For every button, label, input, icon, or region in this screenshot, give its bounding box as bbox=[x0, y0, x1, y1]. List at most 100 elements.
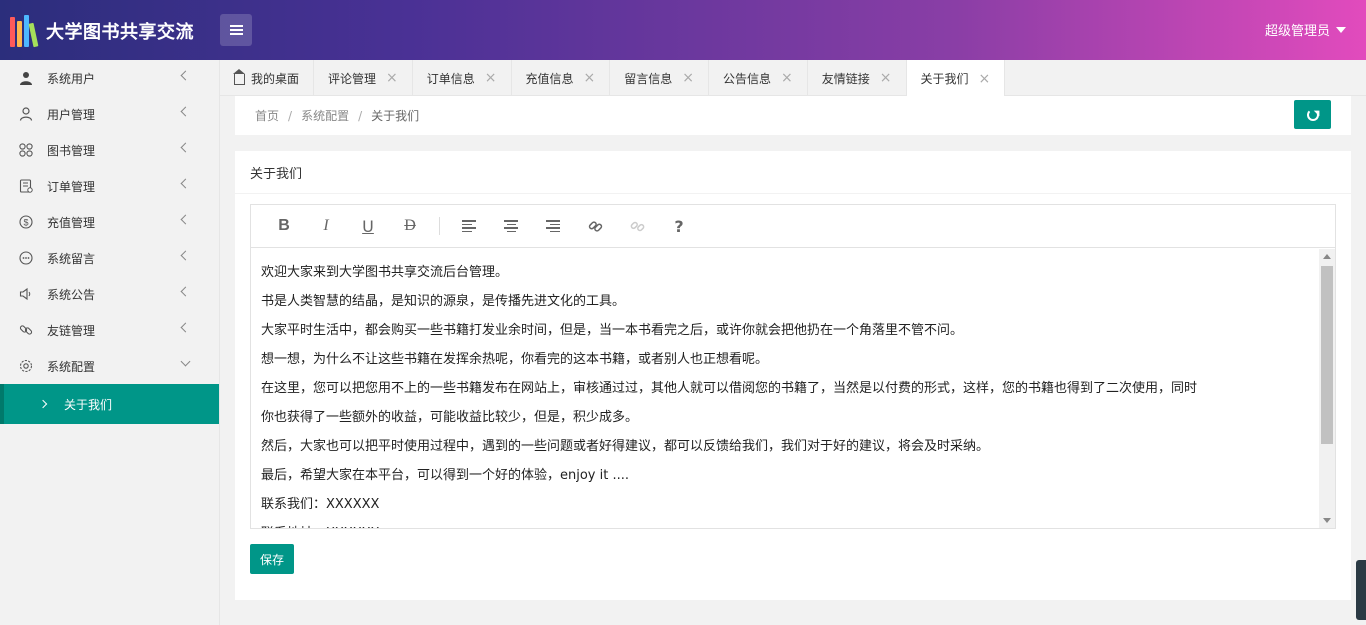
hamburger-icon bbox=[229, 25, 243, 35]
link-icon bbox=[588, 220, 602, 232]
close-icon[interactable]: × bbox=[584, 70, 596, 86]
editor-scrollbar[interactable] bbox=[1319, 249, 1335, 528]
sidebar-item-label: 订单管理 bbox=[47, 179, 96, 194]
sidebar-item-label: 用户管理 bbox=[47, 107, 96, 122]
app-title: 大学图书共享交流 bbox=[46, 22, 194, 43]
books-logo-icon bbox=[10, 15, 39, 48]
sidebar-item-label: 系统公告 bbox=[47, 287, 96, 302]
close-icon[interactable]: × bbox=[880, 70, 892, 86]
unlink-button[interactable] bbox=[616, 211, 658, 241]
chevron-right-icon bbox=[38, 399, 48, 409]
toolbar-divider bbox=[439, 217, 440, 235]
svg-text:$: $ bbox=[23, 218, 28, 228]
sidebar: 系统用户 用户管理 图书管理 订单管理 $ 充值管理 系统留言 系统公告 友链管… bbox=[0, 60, 220, 625]
tab-orders[interactable]: 订单信息 × bbox=[413, 60, 512, 96]
app-logo: 大学图书共享交流 bbox=[10, 14, 194, 48]
user-menu[interactable]: 超级管理员 bbox=[1265, 20, 1346, 39]
align-right-button[interactable] bbox=[532, 211, 574, 241]
chevron-down-icon bbox=[180, 356, 191, 367]
sidebar-item-user-management[interactable]: 用户管理 bbox=[0, 96, 219, 132]
sidebar-item-label: 友链管理 bbox=[47, 323, 96, 338]
strikethrough-button[interactable]: D bbox=[389, 211, 431, 241]
user-filled-icon bbox=[18, 70, 34, 86]
home-icon bbox=[233, 68, 245, 85]
chevron-left-icon bbox=[180, 214, 191, 225]
sidebar-item-system-messages[interactable]: 系统留言 bbox=[0, 240, 219, 276]
tab-label: 留言信息 bbox=[624, 71, 673, 86]
scrollbar-thumb[interactable] bbox=[1321, 266, 1333, 444]
insert-link-button[interactable] bbox=[574, 211, 616, 241]
scroll-up-arrow-icon[interactable] bbox=[1323, 254, 1331, 259]
close-icon[interactable]: × bbox=[979, 71, 991, 87]
tab-friend-links[interactable]: 友情链接 × bbox=[808, 60, 907, 96]
sidebar-item-system-announcements[interactable]: 系统公告 bbox=[0, 276, 219, 312]
chevron-left-icon bbox=[180, 250, 191, 261]
sidebar-item-system-config[interactable]: 系统配置 bbox=[0, 348, 219, 384]
sidebar-item-label: 系统留言 bbox=[47, 251, 96, 266]
chevron-left-icon bbox=[180, 142, 191, 153]
chevron-left-icon bbox=[180, 322, 191, 333]
refresh-button[interactable] bbox=[1294, 100, 1331, 129]
tab-announcements[interactable]: 公告信息 × bbox=[709, 60, 808, 96]
card-title: 关于我们 bbox=[235, 151, 1351, 194]
tab-desktop[interactable]: 我的桌面 bbox=[220, 60, 315, 96]
breadcrumb-separator: / bbox=[288, 108, 293, 123]
content-line: 书是人类智慧的结晶，是知识的源泉，是传播先进文化的工具。 bbox=[261, 294, 626, 309]
sidebar-item-label: 图书管理 bbox=[47, 143, 96, 158]
tab-label: 公告信息 bbox=[723, 71, 772, 86]
italic-button[interactable]: I bbox=[305, 211, 347, 241]
chevron-left-icon bbox=[180, 286, 191, 297]
tab-messages[interactable]: 留言信息 × bbox=[610, 60, 710, 96]
tab-label: 充值信息 bbox=[525, 71, 574, 86]
close-icon[interactable]: × bbox=[485, 70, 497, 86]
align-center-button[interactable] bbox=[490, 211, 532, 241]
tab-bar: 我的桌面 评论管理 × 订单信息 × 充值信息 × 留言信息 × 公告信息 × … bbox=[220, 60, 1366, 97]
user-name: 超级管理员 bbox=[1264, 24, 1330, 39]
sidebar-item-order-management[interactable]: 订单管理 bbox=[0, 168, 219, 204]
tab-recharge[interactable]: 充值信息 × bbox=[512, 60, 611, 96]
gear-icon bbox=[18, 358, 34, 374]
align-left-button[interactable] bbox=[448, 211, 490, 241]
underline-button[interactable]: U bbox=[347, 211, 389, 241]
save-button[interactable]: 保存 bbox=[250, 544, 294, 574]
content-line: 欢迎大家来到大学图书共享交流后台管理。 bbox=[261, 265, 509, 280]
help-button[interactable]: ? bbox=[658, 211, 700, 241]
breadcrumb: 首页 / 系统配置 / 关于我们 bbox=[235, 96, 1351, 135]
chevron-left-icon bbox=[180, 178, 191, 189]
floating-side-widget[interactable] bbox=[1356, 560, 1366, 620]
tab-about-us[interactable]: 关于我们 × bbox=[906, 60, 1006, 97]
close-icon[interactable]: × bbox=[781, 70, 793, 86]
dollar-icon: $ bbox=[18, 214, 34, 230]
message-icon bbox=[18, 250, 34, 266]
sidebar-item-system-users[interactable]: 系统用户 bbox=[0, 60, 219, 96]
breadcrumb-home[interactable]: 首页 bbox=[255, 107, 279, 124]
breadcrumb-system-config[interactable]: 系统配置 bbox=[301, 107, 349, 124]
tab-comments[interactable]: 评论管理 × bbox=[314, 60, 413, 96]
sidebar-item-recharge-management[interactable]: $ 充值管理 bbox=[0, 204, 219, 240]
tab-label: 订单信息 bbox=[426, 71, 475, 86]
bold-button[interactable]: B bbox=[263, 211, 305, 241]
order-icon bbox=[18, 178, 34, 194]
menu-toggle-button[interactable] bbox=[220, 14, 252, 46]
breadcrumb-separator: / bbox=[358, 108, 363, 123]
content-line: 联系我们：XXXXXX bbox=[261, 497, 380, 512]
sidebar-subitem-label: 关于我们 bbox=[64, 397, 113, 412]
close-icon[interactable]: × bbox=[386, 70, 398, 86]
tab-label: 我的桌面 bbox=[251, 71, 300, 86]
content-line: 联系地址：XXXXXX bbox=[261, 519, 1310, 528]
link-icon bbox=[18, 322, 34, 338]
sidebar-item-link-management[interactable]: 友链管理 bbox=[0, 312, 219, 348]
content-line: 然后，大家也可以把平时使用过程中，遇到的一些问题或者好得建议，都可以反馈给我们，… bbox=[261, 439, 990, 454]
scroll-down-arrow-icon[interactable] bbox=[1323, 518, 1331, 523]
editor-toolbar: B I U D ? bbox=[251, 205, 1335, 248]
editor-content[interactable]: 欢迎大家来到大学图书共享交流后台管理。 书是人类智慧的结晶，是知识的源泉，是传播… bbox=[251, 249, 1320, 528]
chevron-left-icon bbox=[180, 70, 191, 81]
sidebar-item-book-management[interactable]: 图书管理 bbox=[0, 132, 219, 168]
refresh-icon bbox=[1306, 108, 1319, 121]
sidebar-item-label: 系统配置 bbox=[47, 359, 96, 374]
sidebar-item-label: 系统用户 bbox=[47, 71, 96, 86]
sidebar-subitem-about-us[interactable]: 关于我们 bbox=[0, 384, 219, 424]
user-icon bbox=[18, 106, 34, 122]
close-icon[interactable]: × bbox=[682, 70, 694, 86]
align-right-icon bbox=[546, 220, 560, 232]
